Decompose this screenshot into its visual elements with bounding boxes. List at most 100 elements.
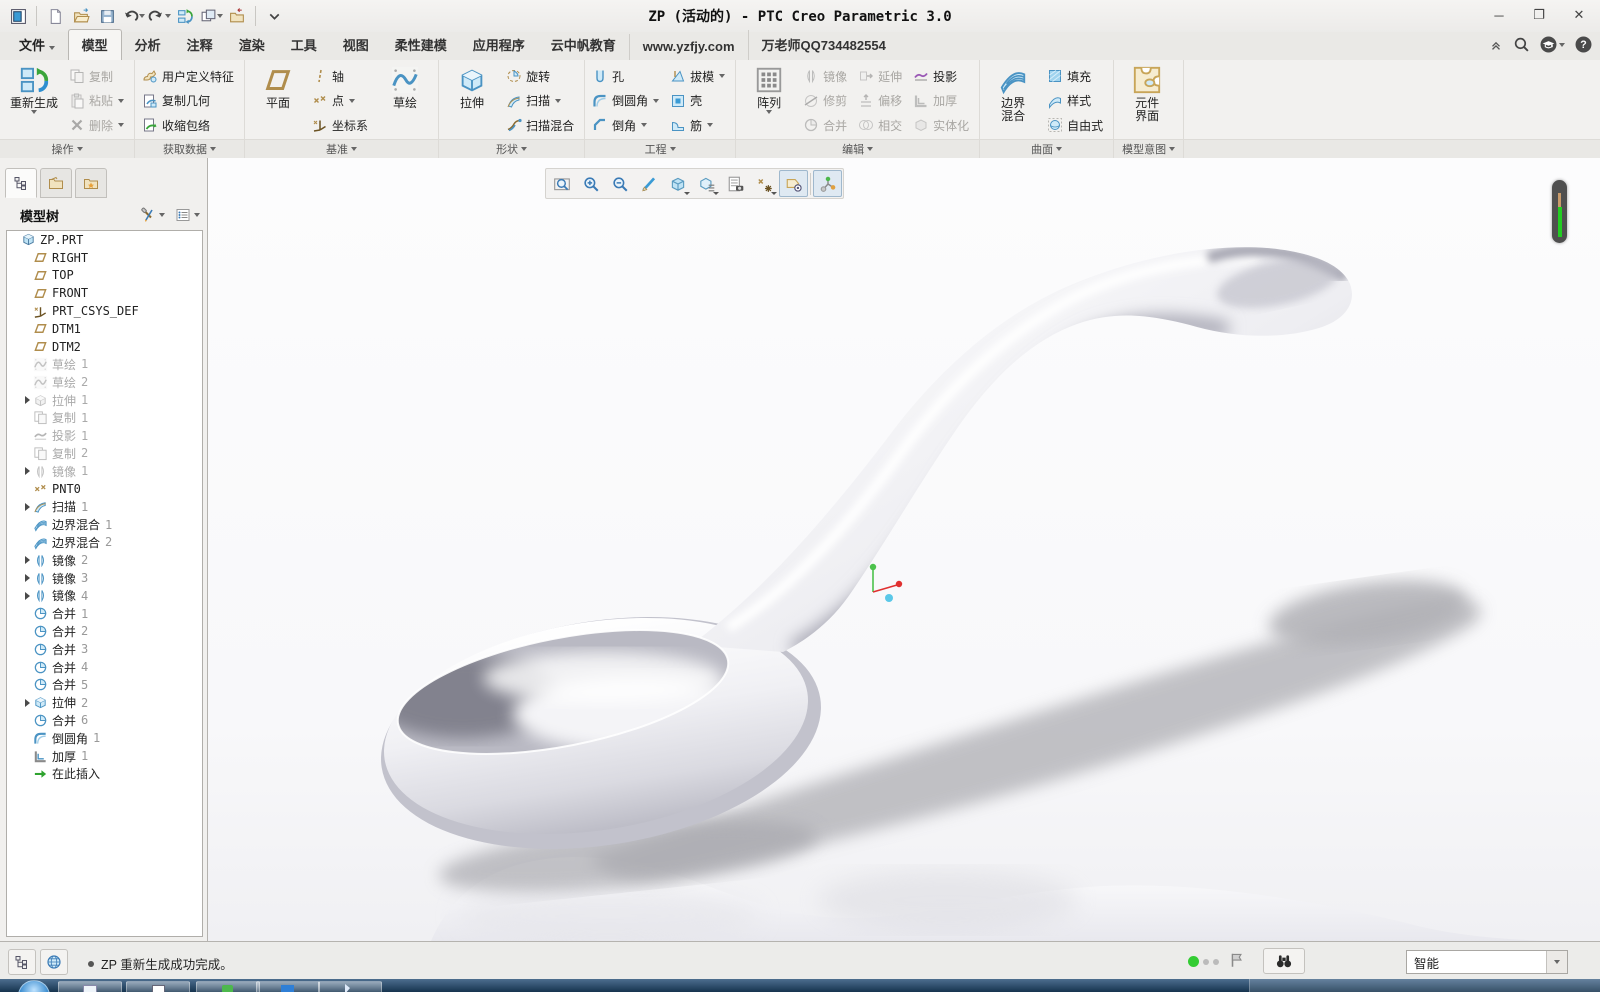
ribbon-button-pattern[interactable]: 阵列 xyxy=(740,62,798,139)
save-button[interactable] xyxy=(95,4,119,28)
selection-filter-combo[interactable]: 智能 xyxy=(1406,950,1568,974)
expand-arrow-icon[interactable] xyxy=(25,502,30,511)
tree-item-合并-5[interactable]: 合并 5 xyxy=(7,676,202,694)
tree-item-镜像-4[interactable]: 镜像 4 xyxy=(7,587,202,605)
ribbon-button-copy-geometry[interactable]: 复制几何 xyxy=(139,89,240,113)
app-window-button[interactable] xyxy=(6,4,30,28)
ribbon-tab-11[interactable]: 万老师QQ734482554 xyxy=(747,30,899,60)
ribbon-button-draft[interactable]: 拔模 xyxy=(667,64,731,88)
ribbon-button-paste[interactable]: 粘贴 xyxy=(66,89,130,113)
tree-item-倒圆角-1[interactable]: 倒圆角 1 xyxy=(7,729,202,747)
tree-item-合并-1[interactable]: 合并 1 xyxy=(7,605,202,623)
window-switch-button[interactable] xyxy=(199,4,223,28)
ribbon-button-extrude[interactable]: 拉伸 xyxy=(443,62,501,139)
ribbon-button-rib[interactable]: 筋 xyxy=(667,113,731,137)
saved-orientations-button[interactable] xyxy=(692,170,721,197)
ribbon-group-label[interactable]: 曲面 xyxy=(980,139,1114,158)
close-window-button[interactable] xyxy=(225,4,249,28)
datum-display-button[interactable] xyxy=(750,170,779,197)
ribbon-button-fill[interactable]: 填充 xyxy=(1044,64,1109,88)
refit-button[interactable] xyxy=(547,170,576,197)
selection-filter-dropdown[interactable] xyxy=(1546,951,1567,973)
tree-item-投影-1[interactable]: 投影 1 xyxy=(7,427,202,445)
ribbon-button-solidify[interactable]: 实体化 xyxy=(910,113,975,137)
tree-item-在此插入[interactable]: 在此插入 xyxy=(7,765,202,783)
tree-item-镜像-2[interactable]: 镜像 2 xyxy=(7,551,202,569)
ribbon-button-extend[interactable]: 延伸 xyxy=(855,64,908,88)
ribbon-button-trim[interactable]: 修剪 xyxy=(800,89,853,113)
expand-arrow-icon[interactable] xyxy=(25,574,30,583)
ribbon-button-thicken[interactable]: 加厚 xyxy=(910,89,975,113)
tree-item-边界混合-2[interactable]: 边界混合 2 xyxy=(7,534,202,552)
restore-button[interactable]: ❐ xyxy=(1528,6,1550,24)
ribbon-button-component-interface[interactable]: 元件 界面 xyxy=(1118,62,1176,139)
ribbon-group-label[interactable]: 编辑 xyxy=(736,139,980,158)
tree-item-dtm1[interactable]: DTM1 xyxy=(7,320,202,338)
model-tree-toggle-button[interactable] xyxy=(8,949,36,975)
ribbon-button-sweep[interactable]: 扫描 xyxy=(503,89,580,113)
ribbon-button-regenerate[interactable]: 重新生成 xyxy=(4,62,64,139)
zoom-out-button[interactable] xyxy=(605,170,634,197)
ribbon-button-boundary-blend[interactable]: 边界 混合 xyxy=(984,62,1042,139)
tree-item-拉伸-2[interactable]: 拉伸 2 xyxy=(7,694,202,712)
web-browser-toggle-button[interactable] xyxy=(40,949,68,975)
tree-item-镜像-1[interactable]: 镜像 1 xyxy=(7,462,202,480)
ribbon-group-label[interactable]: 基准 xyxy=(245,139,439,158)
ribbon-button-copy[interactable]: 复制 xyxy=(66,64,130,88)
ribbon-button-delete[interactable]: 删除 xyxy=(66,113,130,137)
expand-arrow-icon[interactable] xyxy=(25,591,30,600)
expand-arrow-icon[interactable] xyxy=(25,396,30,405)
ribbon-button-revolve[interactable]: 旋转 xyxy=(503,64,580,88)
display-style-button[interactable] xyxy=(663,170,692,197)
taskbar-button-4[interactable] xyxy=(256,981,320,992)
command-search-button[interactable] xyxy=(1513,36,1530,53)
tree-item-pnt0[interactable]: PNT0 xyxy=(7,480,202,498)
redo-button[interactable] xyxy=(147,4,171,28)
ribbon-tab-7[interactable]: 柔性建模 xyxy=(382,30,460,60)
taskbar-button-1[interactable] xyxy=(58,981,122,992)
tree-settings-button[interactable] xyxy=(172,205,203,225)
ribbon-tab-10[interactable]: www.yzfjy.com xyxy=(628,34,748,60)
tree-item-草绘-1[interactable]: 草绘 1 xyxy=(7,356,202,374)
close-button[interactable]: ✕ xyxy=(1568,6,1590,24)
tree-item-复制-2[interactable]: 复制 2 xyxy=(7,445,202,463)
graphics-viewport[interactable] xyxy=(208,158,1600,944)
ribbon-button-hole[interactable]: 孔 xyxy=(589,64,665,88)
tree-item-合并-2[interactable]: 合并 2 xyxy=(7,623,202,641)
ribbon-button-udf[interactable]: 用户定义特征 xyxy=(139,64,240,88)
help-button[interactable]: ? xyxy=(1575,36,1592,53)
ribbon-button-merge[interactable]: 合并 xyxy=(800,113,853,137)
tree-item-草绘-2[interactable]: 草绘 2 xyxy=(7,373,202,391)
annotation-display-button[interactable] xyxy=(779,170,808,197)
ribbon-button-offset[interactable]: 偏移 xyxy=(855,89,908,113)
ribbon-button-freestyle[interactable]: 自由式 xyxy=(1044,113,1109,137)
zoom-in-button[interactable] xyxy=(576,170,605,197)
ribbon-button-style[interactable]: 样式 xyxy=(1044,89,1109,113)
ribbon-button-axis[interactable]: 轴 xyxy=(309,64,374,88)
ribbon-tab-1[interactable]: 模型 xyxy=(67,29,122,60)
ribbon-tab-2[interactable]: 分析 xyxy=(122,30,174,60)
find-binoculars-button[interactable] xyxy=(1263,948,1305,974)
tree-item-zp.prt[interactable]: ZP.PRT xyxy=(7,231,202,249)
favorites-tab[interactable] xyxy=(75,168,107,198)
ribbon-button-chamfer[interactable]: 倒角 xyxy=(589,113,665,137)
expand-arrow-icon[interactable] xyxy=(25,467,30,476)
ribbon-tab-5[interactable]: 工具 xyxy=(278,30,330,60)
ribbon-button-point[interactable]: 点 xyxy=(309,89,374,113)
taskbar-button-3[interactable] xyxy=(196,981,260,992)
new-file-button[interactable] xyxy=(43,4,67,28)
expand-arrow-icon[interactable] xyxy=(25,698,30,707)
ribbon-tab-8[interactable]: 应用程序 xyxy=(460,30,538,60)
ribbon-button-shrinkwrap[interactable]: 收缩包络 xyxy=(139,113,240,137)
tree-item-合并-6[interactable]: 合并 6 xyxy=(7,712,202,730)
tree-tools-button[interactable] xyxy=(137,205,168,225)
tree-item-dtm2[interactable]: DTM2 xyxy=(7,338,202,356)
folder-browser-tab[interactable] xyxy=(40,168,72,198)
expand-arrow-icon[interactable] xyxy=(25,556,30,565)
repaint-button[interactable] xyxy=(634,170,663,197)
open-file-button[interactable] xyxy=(69,4,93,28)
taskbar-button-5[interactable] xyxy=(318,981,382,992)
regenerate-list-button[interactable] xyxy=(173,4,197,28)
flag-icon[interactable] xyxy=(1228,951,1246,972)
start-orb[interactable] xyxy=(18,980,50,992)
